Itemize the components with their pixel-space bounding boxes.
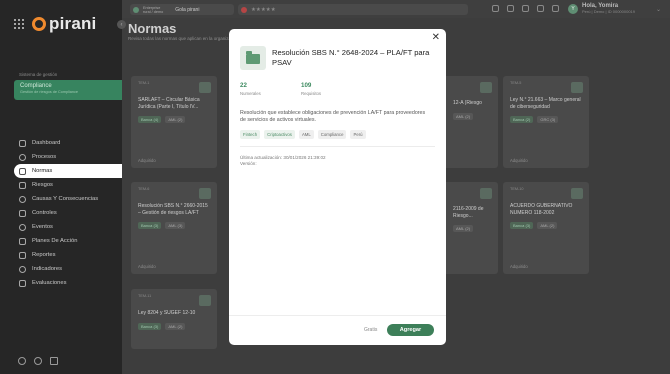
notification-icon[interactable] xyxy=(522,5,529,12)
sidebar: pirani Sistema de gestión Compliance Ges… xyxy=(0,0,128,374)
report-icon xyxy=(19,251,26,259)
add-button[interactable]: Agregar xyxy=(387,324,434,336)
rocket-icon[interactable] xyxy=(552,5,559,12)
sidebar-item-dashboard[interactable]: Dashboard xyxy=(14,136,122,150)
billing-icon[interactable] xyxy=(50,357,58,365)
divider xyxy=(240,146,435,147)
tag-chip: Perú xyxy=(350,130,366,139)
folder-icon xyxy=(199,188,211,199)
sidebar-nav: Dashboard Procesos Normas Riesgos Causas… xyxy=(14,136,122,290)
stat-numerales: 22 Numerales xyxy=(240,82,261,96)
document-icon[interactable] xyxy=(507,5,514,12)
folder-icon xyxy=(480,82,492,93)
tag-chip: Fintech xyxy=(240,130,261,139)
cause-icon xyxy=(19,195,26,203)
last-updated: Última actualización: 30/01/2026 21:39:0… xyxy=(240,155,326,160)
folder-icon xyxy=(199,295,211,306)
footer-divider xyxy=(229,315,446,316)
modal-description: Resolución que establece obligaciones de… xyxy=(240,110,426,123)
rating-stars: ★★★★★ xyxy=(251,6,276,13)
company-select-value: Gola pirani xyxy=(175,6,200,13)
sidebar-item-planes[interactable]: Planes De Acción xyxy=(14,234,122,248)
user-icon[interactable] xyxy=(34,357,42,365)
system-subtitle: Gestión de riesgos de Compliance xyxy=(20,90,79,94)
tools-icon[interactable] xyxy=(492,5,499,12)
folder-icon xyxy=(480,188,492,199)
help-icon[interactable] xyxy=(18,357,26,365)
stat-requisitos: 109 Requisitos xyxy=(301,82,322,96)
warning-icon xyxy=(19,181,26,189)
brand: pirani xyxy=(14,14,97,34)
sidebar-item-indicadores[interactable]: Indicadores xyxy=(14,262,122,276)
norm-card[interactable]: TEM-11 Ley 8204 y SUGEF 12-10 Banca (3) A… xyxy=(131,289,217,349)
tag-chip: AML xyxy=(298,130,314,139)
avatar: Y xyxy=(568,3,578,14)
collapse-sidebar-button[interactable]: ‹ xyxy=(117,20,126,29)
sidebar-item-normas[interactable]: Normas xyxy=(14,164,122,178)
folder-icon xyxy=(199,82,211,93)
pirani-logo: pirani xyxy=(32,14,97,34)
version-label: Versión: xyxy=(240,161,257,166)
sidebar-item-riesgos[interactable]: Riesgos xyxy=(14,178,122,192)
company-logo-icon xyxy=(133,6,139,13)
norm-card[interactable]: TEM-10 ACUERDO GUBERNATIVO NUMERO 118-20… xyxy=(503,182,589,274)
folder-icon xyxy=(240,46,266,70)
shield-icon xyxy=(19,209,26,217)
top-icons xyxy=(492,5,559,12)
norm-card[interactable]: TEM-1 SARLAFT – Circular Básica Jurídica… xyxy=(131,76,217,168)
norm-card[interactable]: TEM-5 Ley N.° 21.663 – Marco general de … xyxy=(503,76,589,168)
system-name: Compliance xyxy=(20,83,52,89)
modal-tags: Fintech Criptoactivos AML Compliance Per… xyxy=(240,130,366,139)
sidebar-footer xyxy=(18,357,58,365)
system-selector[interactable]: Compliance Gestión de riesgos de Complia… xyxy=(14,80,128,100)
sidebar-item-procesos[interactable]: Procesos xyxy=(14,150,122,164)
tag-chip: Criptoactivos xyxy=(264,130,295,139)
flow-icon xyxy=(19,153,26,161)
apps-grid-icon[interactable] xyxy=(14,19,24,29)
user-menu[interactable]: Y Hola, Yomira Perú | Demo | ID 00000000… xyxy=(568,3,635,14)
sidebar-item-evaluaciones[interactable]: Evaluaciones xyxy=(14,276,122,290)
plan-icon xyxy=(19,237,26,245)
event-icon xyxy=(19,223,26,231)
norm-card[interactable]: 12-A (Riesgo AML (2) xyxy=(446,76,498,168)
norm-detail-modal: ✕ Resolución SBS N.° 2648-2024 – PLA/FT … xyxy=(229,29,446,345)
free-label: Gratis xyxy=(364,327,378,333)
logo-mark-icon xyxy=(32,17,46,31)
company-line2: rural / demo xyxy=(143,9,164,14)
monitor-icon xyxy=(19,139,26,147)
company-selector[interactable]: Enterprise rural / demo Gola pirani xyxy=(130,4,234,15)
folder-icon xyxy=(571,188,583,199)
folder-icon xyxy=(571,82,583,93)
page-subtitle: Revisa todas las normas que aplican en l… xyxy=(128,36,240,41)
norm-card[interactable]: 2116-2009 de Riesgo... AML (2) xyxy=(446,182,498,274)
settings-icon[interactable] xyxy=(537,5,544,12)
user-subtitle: Perú | Demo | ID 0000000019 xyxy=(582,9,635,14)
system-label: Sistema de gestión xyxy=(19,72,58,77)
evaluation-icon xyxy=(19,279,26,287)
tag-chip: Compliance xyxy=(317,130,347,139)
sidebar-item-controles[interactable]: Controles xyxy=(14,206,122,220)
sidebar-item-causas[interactable]: Causas Y Consecuencias xyxy=(14,192,122,206)
close-icon[interactable]: ✕ xyxy=(432,32,440,43)
indicator-icon xyxy=(19,265,26,273)
modal-title: Resolución SBS N.° 2648-2024 – PLA/FT pa… xyxy=(272,48,430,67)
rating-bar[interactable]: ★★★★★ xyxy=(238,4,468,15)
book-icon xyxy=(19,167,26,175)
record-icon xyxy=(241,6,247,13)
sidebar-item-reportes[interactable]: Reportes xyxy=(14,248,122,262)
chevron-down-icon[interactable]: ⌄ xyxy=(656,6,661,13)
page-title: Normas xyxy=(128,21,177,36)
norm-card[interactable]: TEM-6 Resolución SBS N.° 2660-2015 – Ges… xyxy=(131,182,217,274)
sidebar-item-eventos[interactable]: Eventos xyxy=(14,220,122,234)
